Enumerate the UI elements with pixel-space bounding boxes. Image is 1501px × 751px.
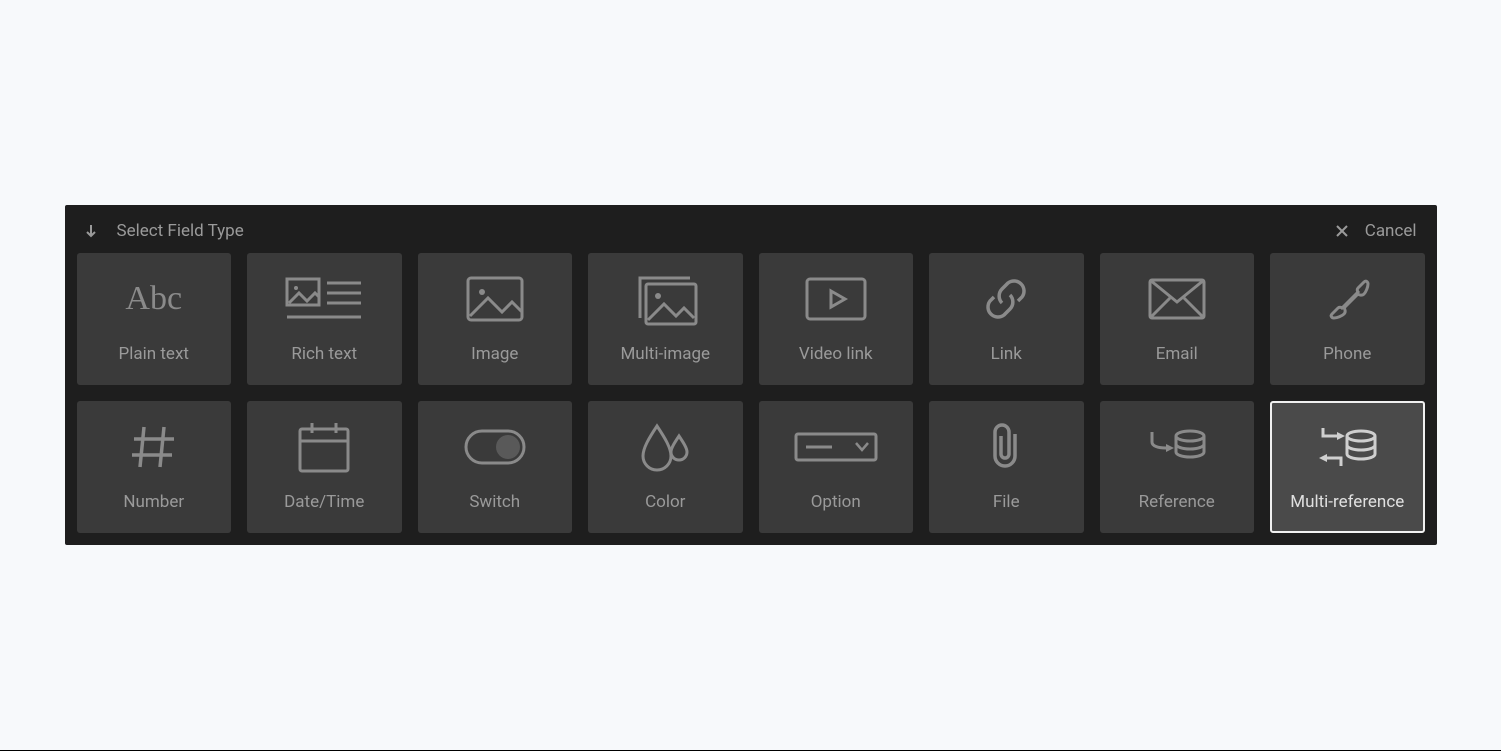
phone-icon (1324, 274, 1370, 324)
tile-label: Multi-image (620, 344, 710, 364)
cancel-label: Cancel (1365, 221, 1417, 241)
file-icon (989, 422, 1023, 472)
tile-label: Number (123, 492, 184, 512)
tile-option[interactable]: Option (759, 401, 914, 533)
tile-phone[interactable]: Phone (1270, 253, 1425, 385)
tile-label: Link (991, 344, 1022, 364)
tile-link[interactable]: Link (929, 253, 1084, 385)
tile-plain-text[interactable]: Abc Plain text (77, 253, 232, 385)
rich-text-icon (285, 274, 363, 324)
tile-label: Rich text (291, 344, 357, 364)
tile-reference[interactable]: Reference (1100, 401, 1255, 533)
tile-label: Phone (1323, 344, 1371, 364)
tile-image[interactable]: Image (418, 253, 573, 385)
tile-number[interactable]: Number (77, 401, 232, 533)
link-icon (982, 274, 1030, 324)
tile-label: Option (811, 492, 861, 512)
tile-label: Multi-reference (1290, 492, 1404, 512)
tile-color[interactable]: Color (588, 401, 743, 533)
tile-label: Email (1156, 344, 1198, 364)
panel-header: Select Field Type Cancel (77, 217, 1425, 253)
tile-rich-text[interactable]: Rich text (247, 253, 402, 385)
calendar-icon (296, 422, 352, 472)
video-link-icon (805, 274, 867, 324)
multi-reference-icon (1317, 422, 1377, 472)
switch-icon (464, 422, 526, 472)
tile-multi-reference[interactable]: Multi-reference (1270, 401, 1425, 533)
close-icon (1335, 224, 1349, 238)
tile-label: File (993, 492, 1020, 512)
tile-label: Color (645, 492, 685, 512)
panel-title: Select Field Type (117, 221, 244, 241)
tile-file[interactable]: File (929, 401, 1084, 533)
color-icon (639, 422, 691, 472)
tile-label: Image (471, 344, 518, 364)
tile-date-time[interactable]: Date/Time (247, 401, 402, 533)
arrow-down-icon (85, 224, 97, 238)
tile-label: Switch (469, 492, 520, 512)
tile-video-link[interactable]: Video link (759, 253, 914, 385)
plain-text-icon: Abc (125, 274, 182, 324)
tile-switch[interactable]: Switch (418, 401, 573, 533)
reference-icon (1148, 422, 1206, 472)
option-icon (794, 422, 878, 472)
image-icon (466, 274, 524, 324)
cancel-button[interactable]: Cancel (1335, 221, 1417, 241)
header-left: Select Field Type (85, 221, 244, 241)
tile-label: Plain text (119, 344, 189, 364)
tile-label: Reference (1139, 492, 1215, 512)
email-icon (1148, 274, 1206, 324)
number-icon (130, 422, 178, 472)
multi-image-icon (632, 274, 698, 324)
tile-label: Date/Time (284, 492, 364, 512)
field-type-panel: Select Field Type Cancel Abc Plain text (65, 205, 1437, 545)
tile-label: Video link (799, 344, 873, 364)
tile-multi-image[interactable]: Multi-image (588, 253, 743, 385)
tile-email[interactable]: Email (1100, 253, 1255, 385)
field-type-grid: Abc Plain text Rich text (77, 253, 1425, 533)
